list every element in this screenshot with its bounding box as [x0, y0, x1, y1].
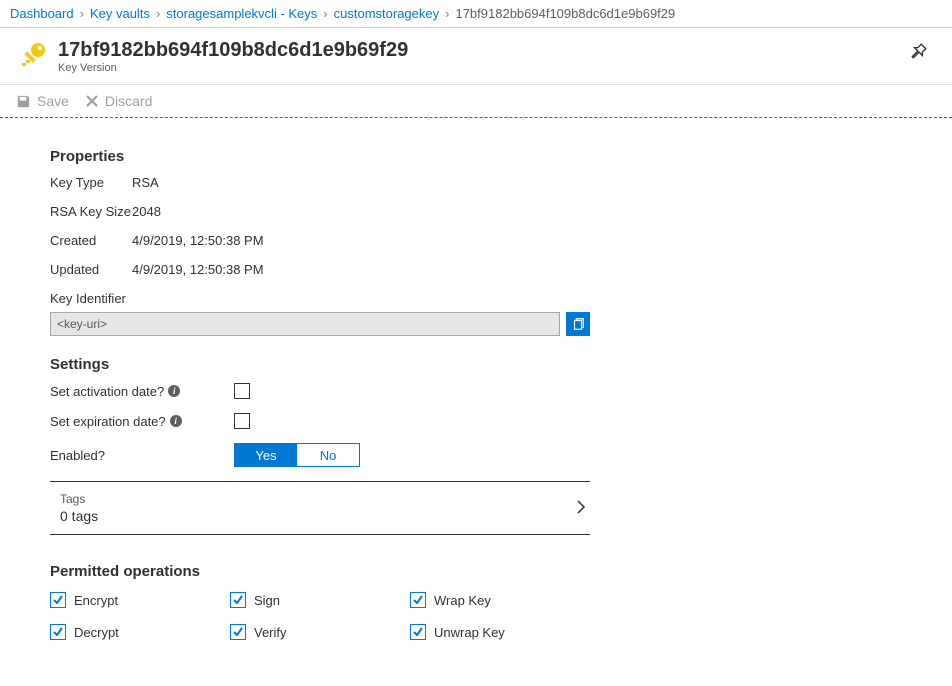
discard-icon: [85, 94, 99, 108]
op-label: Encrypt: [74, 593, 118, 608]
chevron-right-icon: ›: [445, 6, 449, 21]
created-label: Created: [50, 233, 132, 248]
copy-button[interactable]: [566, 312, 590, 336]
op-unwrap-key[interactable]: Unwrap Key: [410, 624, 590, 640]
checkbox-checked-icon[interactable]: [410, 624, 426, 640]
discard-button-label: Discard: [105, 93, 152, 109]
op-label: Unwrap Key: [434, 625, 505, 640]
info-icon[interactable]: i: [170, 415, 182, 427]
tags-row[interactable]: Tags 0 tags: [50, 481, 590, 535]
key-icon: [18, 40, 50, 72]
chevron-right-icon: ›: [80, 6, 84, 21]
breadcrumb: Dashboard › Key vaults › storagesamplekv…: [0, 0, 952, 28]
save-icon: [16, 94, 31, 109]
save-button[interactable]: Save: [16, 93, 69, 109]
op-label: Verify: [254, 625, 287, 640]
op-verify[interactable]: Verify: [230, 624, 410, 640]
checkbox-checked-icon[interactable]: [230, 592, 246, 608]
save-button-label: Save: [37, 93, 69, 109]
properties-section-title: Properties: [50, 148, 902, 165]
discard-button[interactable]: Discard: [85, 93, 152, 109]
op-decrypt[interactable]: Decrypt: [50, 624, 230, 640]
chevron-right-icon: ›: [156, 6, 160, 21]
copy-icon: [571, 317, 585, 331]
key-type-label: Key Type: [50, 175, 132, 190]
activation-date-label: Set activation date?: [50, 384, 164, 399]
tags-label: Tags: [60, 492, 98, 506]
updated-label: Updated: [50, 262, 132, 277]
expiration-date-checkbox[interactable]: [234, 413, 250, 429]
breadcrumb-item-current: 17bf9182bb694f109b8dc6d1e9b69f29: [455, 6, 675, 21]
key-type-value: RSA: [132, 175, 159, 190]
op-label: Sign: [254, 593, 280, 608]
op-sign[interactable]: Sign: [230, 592, 410, 608]
chevron-right-icon: ›: [323, 6, 327, 21]
checkbox-checked-icon[interactable]: [410, 592, 426, 608]
checkbox-checked-icon[interactable]: [230, 624, 246, 640]
chevron-right-icon: [576, 500, 586, 517]
breadcrumb-item-key[interactable]: customstoragekey: [334, 6, 440, 21]
updated-value: 4/9/2019, 12:50:38 PM: [132, 262, 264, 277]
breadcrumb-item-dashboard[interactable]: Dashboard: [10, 6, 74, 21]
op-encrypt[interactable]: Encrypt: [50, 592, 230, 608]
key-identifier-label: Key Identifier: [50, 291, 902, 306]
created-value: 4/9/2019, 12:50:38 PM: [132, 233, 264, 248]
permitted-operations-title: Permitted operations: [50, 563, 902, 580]
enabled-label: Enabled?: [50, 448, 105, 463]
enabled-toggle-yes[interactable]: Yes: [235, 444, 297, 466]
pin-button[interactable]: [910, 42, 928, 63]
op-wrap-key[interactable]: Wrap Key: [410, 592, 590, 608]
toolbar: Save Discard: [0, 85, 952, 118]
op-label: Wrap Key: [434, 593, 491, 608]
enabled-toggle-no[interactable]: No: [297, 444, 359, 466]
activation-date-checkbox[interactable]: [234, 383, 250, 399]
permitted-operations-grid: Encrypt Sign Wrap Key Decrypt Verify Unw…: [50, 592, 902, 640]
content-area: Properties Key Type RSA RSA Key Size 204…: [0, 118, 952, 670]
checkbox-checked-icon[interactable]: [50, 592, 66, 608]
info-icon[interactable]: i: [168, 385, 180, 397]
rsa-size-label: RSA Key Size: [50, 204, 132, 219]
page-subtitle: Key Version: [58, 62, 910, 74]
breadcrumb-item-vault[interactable]: storagesamplekvcli - Keys: [166, 6, 317, 21]
key-identifier-input[interactable]: [50, 312, 560, 336]
expiration-date-label: Set expiration date?: [50, 414, 166, 429]
checkbox-checked-icon[interactable]: [50, 624, 66, 640]
settings-section-title: Settings: [50, 356, 902, 373]
page-header: 17bf9182bb694f109b8dc6d1e9b69f29 Key Ver…: [0, 28, 952, 85]
op-label: Decrypt: [74, 625, 119, 640]
tags-count: 0 tags: [60, 508, 98, 524]
enabled-toggle[interactable]: Yes No: [234, 443, 360, 467]
page-title: 17bf9182bb694f109b8dc6d1e9b69f29: [58, 38, 910, 62]
breadcrumb-item-keyvaults[interactable]: Key vaults: [90, 6, 150, 21]
rsa-size-value: 2048: [132, 204, 161, 219]
